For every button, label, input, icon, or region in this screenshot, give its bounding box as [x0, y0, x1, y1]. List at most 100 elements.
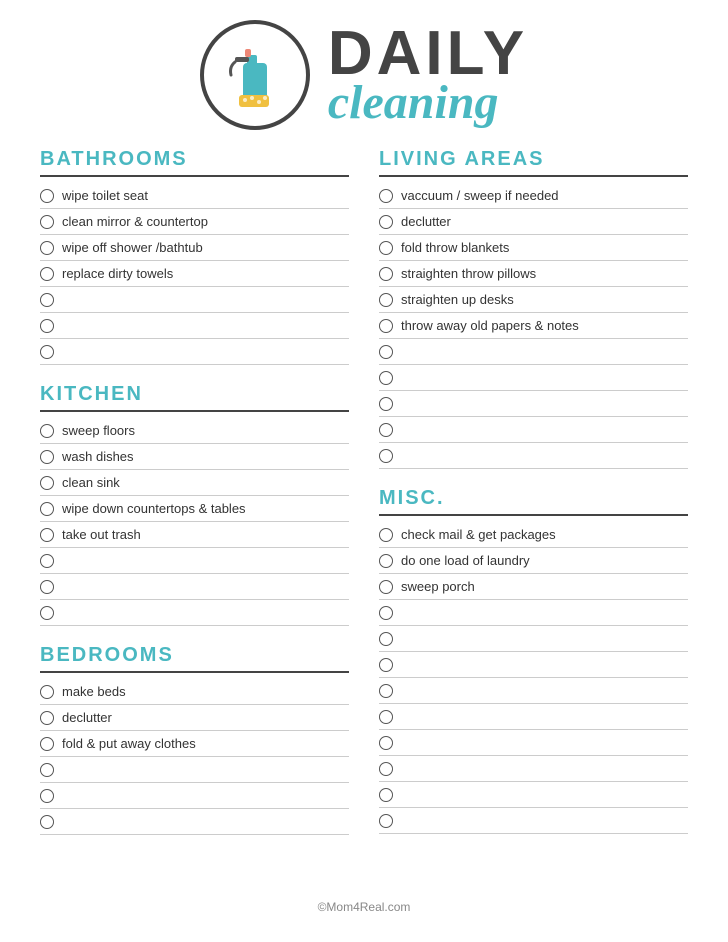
- list-item[interactable]: declutter: [379, 209, 688, 235]
- item-text: do one load of laundry: [401, 553, 530, 568]
- checkbox[interactable]: [379, 293, 393, 307]
- list-item[interactable]: make beds: [40, 679, 349, 705]
- checkbox[interactable]: [40, 241, 54, 255]
- checkbox[interactable]: [379, 580, 393, 594]
- list-item[interactable]: vaccuum / sweep if needed: [379, 183, 688, 209]
- checkbox[interactable]: [379, 736, 393, 750]
- checkbox[interactable]: [40, 424, 54, 438]
- list-item[interactable]: fold & put away clothes: [40, 731, 349, 757]
- list-item[interactable]: wipe off shower /bathtub: [40, 235, 349, 261]
- checkbox[interactable]: [379, 528, 393, 542]
- checkbox[interactable]: [40, 450, 54, 464]
- checkbox[interactable]: [379, 397, 393, 411]
- list-item[interactable]: fold throw blankets: [379, 235, 688, 261]
- checkbox[interactable]: [379, 658, 393, 672]
- checkbox[interactable]: [379, 788, 393, 802]
- list-item[interactable]: [379, 756, 688, 782]
- checkbox[interactable]: [40, 763, 54, 777]
- checkbox[interactable]: [40, 476, 54, 490]
- section-title-living-areas: LIVING AREAS: [379, 148, 688, 177]
- list-item[interactable]: [40, 757, 349, 783]
- checkbox[interactable]: [40, 685, 54, 699]
- checkbox[interactable]: [379, 371, 393, 385]
- list-item[interactable]: [379, 652, 688, 678]
- checkbox[interactable]: [40, 293, 54, 307]
- list-item[interactable]: wipe toilet seat: [40, 183, 349, 209]
- list-item[interactable]: take out trash: [40, 522, 349, 548]
- item-text: replace dirty towels: [62, 266, 173, 281]
- item-text: wipe down countertops & tables: [62, 501, 246, 516]
- list-item[interactable]: [379, 678, 688, 704]
- list-item[interactable]: [379, 704, 688, 730]
- checkbox[interactable]: [40, 345, 54, 359]
- checkbox[interactable]: [40, 580, 54, 594]
- list-item[interactable]: throw away old papers & notes: [379, 313, 688, 339]
- section-misc: MISC. check mail & get packages do one l…: [379, 487, 688, 834]
- checkbox[interactable]: [40, 502, 54, 516]
- checkbox[interactable]: [40, 606, 54, 620]
- list-item[interactable]: [379, 730, 688, 756]
- list-item[interactable]: check mail & get packages: [379, 522, 688, 548]
- list-item[interactable]: [40, 809, 349, 835]
- list-item[interactable]: [40, 287, 349, 313]
- checkbox[interactable]: [40, 737, 54, 751]
- checkbox[interactable]: [379, 267, 393, 281]
- checkbox[interactable]: [40, 215, 54, 229]
- checkbox[interactable]: [379, 762, 393, 776]
- checkbox[interactable]: [379, 215, 393, 229]
- checkbox[interactable]: [379, 241, 393, 255]
- list-item[interactable]: [40, 574, 349, 600]
- checkbox[interactable]: [40, 815, 54, 829]
- list-item[interactable]: [379, 782, 688, 808]
- checkbox[interactable]: [379, 423, 393, 437]
- list-item[interactable]: [379, 600, 688, 626]
- living-areas-list: vaccuum / sweep if needed declutter fold…: [379, 183, 688, 469]
- list-item[interactable]: clean sink: [40, 470, 349, 496]
- checkbox[interactable]: [379, 684, 393, 698]
- list-item[interactable]: [379, 626, 688, 652]
- checkbox[interactable]: [40, 789, 54, 803]
- list-item[interactable]: do one load of laundry: [379, 548, 688, 574]
- list-item[interactable]: straighten up desks: [379, 287, 688, 313]
- checkbox[interactable]: [379, 554, 393, 568]
- list-item[interactable]: declutter: [40, 705, 349, 731]
- checkbox[interactable]: [379, 710, 393, 724]
- list-item[interactable]: [379, 808, 688, 834]
- checkbox[interactable]: [40, 528, 54, 542]
- list-item[interactable]: [379, 339, 688, 365]
- checkbox[interactable]: [40, 554, 54, 568]
- list-item[interactable]: straighten throw pillows: [379, 261, 688, 287]
- list-item[interactable]: [40, 600, 349, 626]
- checkbox[interactable]: [40, 267, 54, 281]
- list-item[interactable]: [40, 339, 349, 365]
- list-item[interactable]: [379, 365, 688, 391]
- list-item[interactable]: [40, 313, 349, 339]
- list-item[interactable]: wash dishes: [40, 444, 349, 470]
- list-item[interactable]: sweep porch: [379, 574, 688, 600]
- item-text: clean mirror & countertop: [62, 214, 208, 229]
- list-item[interactable]: clean mirror & countertop: [40, 209, 349, 235]
- checkbox[interactable]: [379, 814, 393, 828]
- footer-text: ©Mom4Real.com: [318, 900, 411, 914]
- checkbox[interactable]: [379, 189, 393, 203]
- header: DAILY cleaning: [40, 20, 688, 130]
- checkbox[interactable]: [379, 449, 393, 463]
- checkbox[interactable]: [40, 711, 54, 725]
- checkbox[interactable]: [40, 319, 54, 333]
- list-item[interactable]: sweep floors: [40, 418, 349, 444]
- list-item[interactable]: [379, 443, 688, 469]
- item-text: wipe off shower /bathtub: [62, 240, 203, 255]
- checkbox[interactable]: [379, 345, 393, 359]
- list-item[interactable]: replace dirty towels: [40, 261, 349, 287]
- checkbox[interactable]: [379, 319, 393, 333]
- checkbox[interactable]: [379, 606, 393, 620]
- list-item[interactable]: wipe down countertops & tables: [40, 496, 349, 522]
- title-block: DAILY cleaning: [328, 23, 528, 127]
- checkbox[interactable]: [40, 189, 54, 203]
- list-item[interactable]: [40, 548, 349, 574]
- list-item[interactable]: [40, 783, 349, 809]
- list-item[interactable]: [379, 391, 688, 417]
- checkbox[interactable]: [379, 632, 393, 646]
- section-living-areas: LIVING AREAS vaccuum / sweep if needed d…: [379, 148, 688, 469]
- list-item[interactable]: [379, 417, 688, 443]
